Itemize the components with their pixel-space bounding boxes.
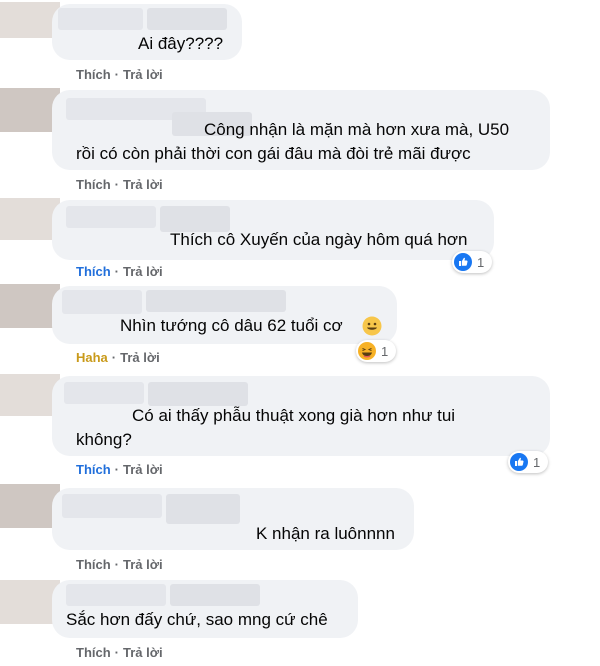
avatar[interactable] bbox=[0, 374, 60, 416]
blurred-username bbox=[62, 290, 142, 314]
blurred-username bbox=[58, 8, 143, 30]
separator-dot: · bbox=[114, 177, 120, 192]
like-button[interactable]: Thích bbox=[76, 264, 111, 279]
avatar[interactable] bbox=[0, 2, 60, 38]
avatar[interactable] bbox=[0, 580, 60, 624]
separator-dot: · bbox=[114, 462, 120, 477]
comment-bubble: Thích cô Xuyến của ngày hôm quá hơn bbox=[52, 200, 494, 260]
comment-bubble: Sắc hơn đấy chứ, sao mng cứ chê bbox=[52, 580, 358, 638]
separator-dot: · bbox=[114, 557, 120, 572]
separator-dot: · bbox=[114, 67, 120, 82]
avatar[interactable] bbox=[0, 484, 60, 528]
like-button[interactable]: Haha bbox=[76, 350, 108, 365]
separator-dot: · bbox=[114, 264, 120, 279]
comment-actions: Thích · Trả lời bbox=[76, 177, 163, 192]
reaction-counter[interactable]: 1 bbox=[508, 451, 549, 473]
avatar[interactable] bbox=[0, 88, 60, 132]
comment-actions: Thích · Trả lời bbox=[76, 557, 163, 572]
comment-text: Nhìn tướng cô dâu 62 tuổi cơ bbox=[120, 316, 343, 335]
reaction-count: 1 bbox=[381, 343, 389, 359]
comment-text: rồi có còn phải thời con gái đâu mà đòi … bbox=[76, 144, 471, 163]
like-button[interactable]: Thích bbox=[76, 645, 111, 660]
blurred-username bbox=[66, 206, 156, 228]
blurred-username bbox=[170, 584, 260, 606]
avatar[interactable] bbox=[0, 198, 60, 240]
comment-actions: Thích · Trả lời bbox=[76, 264, 163, 279]
like-button[interactable]: Thích bbox=[76, 67, 111, 82]
like-reaction-icon bbox=[454, 253, 472, 271]
comment-bubble: Có ai thấy phẫu thuật xong già hơn như t… bbox=[52, 376, 550, 456]
like-button[interactable]: Thích bbox=[76, 557, 111, 572]
comment-bubble: Ai đây???? bbox=[52, 4, 242, 60]
reply-button[interactable]: Trả lời bbox=[123, 645, 163, 660]
comment-text: K nhận ra luônnnn bbox=[256, 524, 395, 543]
blurred-username bbox=[166, 494, 240, 524]
comment-text: Thích cô Xuyến của ngày hôm quá hơn bbox=[170, 230, 468, 249]
comment-actions: Thích · Trả lời bbox=[76, 645, 163, 660]
reply-button[interactable]: Trả lời bbox=[120, 350, 160, 365]
comment-bubble: Công nhận là mặn mà hơn xưa mà, U50 rồi … bbox=[52, 90, 550, 170]
blurred-username bbox=[148, 382, 248, 406]
comment-bubble: Nhìn tướng cô dâu 62 tuổi cơ bbox=[52, 286, 397, 344]
reply-button[interactable]: Trả lời bbox=[123, 264, 163, 279]
blurred-username bbox=[62, 494, 162, 518]
reaction-count: 1 bbox=[477, 254, 485, 270]
reply-button[interactable]: Trả lời bbox=[123, 557, 163, 572]
blurred-username bbox=[64, 382, 144, 404]
reaction-counter[interactable]: 1 bbox=[356, 340, 397, 362]
haha-reaction-icon bbox=[358, 342, 376, 360]
reply-button[interactable]: Trả lời bbox=[123, 177, 163, 192]
comment-actions: Thích · Trả lời bbox=[76, 462, 163, 477]
blurred-username bbox=[147, 8, 227, 30]
comment-text: Sắc hơn đấy chứ, sao mng cứ chê bbox=[66, 610, 328, 629]
comment-text: Công nhận là mặn mà hơn xưa mà, U50 bbox=[204, 120, 510, 139]
comment-text: Có ai thấy phẫu thuật xong già hơn như t… bbox=[132, 406, 456, 425]
like-button[interactable]: Thích bbox=[76, 462, 111, 477]
reaction-counter[interactable]: 1 bbox=[452, 251, 493, 273]
smile-emoji-icon bbox=[362, 316, 382, 336]
reply-button[interactable]: Trả lời bbox=[123, 462, 163, 477]
reaction-count: 1 bbox=[533, 454, 541, 470]
blurred-username bbox=[66, 584, 166, 606]
comment-actions: Haha · Trả lời bbox=[76, 350, 160, 365]
blurred-username bbox=[146, 290, 286, 312]
separator-dot: · bbox=[114, 645, 120, 660]
like-reaction-icon bbox=[510, 453, 528, 471]
comment-actions: Thích · Trả lời bbox=[76, 67, 163, 82]
reply-button[interactable]: Trả lời bbox=[123, 67, 163, 82]
comment-text: không? bbox=[76, 430, 132, 449]
comment-bubble: K nhận ra luônnnn bbox=[52, 488, 414, 550]
avatar[interactable] bbox=[0, 284, 60, 328]
separator-dot: · bbox=[111, 350, 117, 365]
like-button[interactable]: Thích bbox=[76, 177, 111, 192]
comment-text: Ai đây???? bbox=[138, 34, 224, 53]
